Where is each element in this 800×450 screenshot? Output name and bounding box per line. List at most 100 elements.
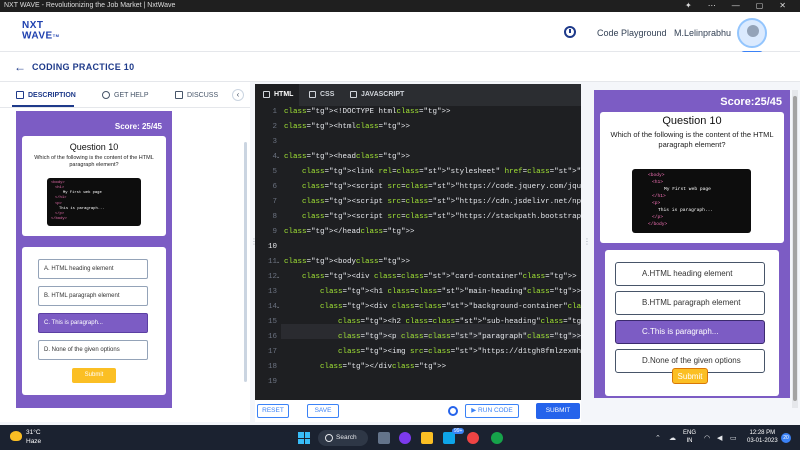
- settings-gear-icon[interactable]: [448, 406, 458, 416]
- option-d[interactable]: D. None of the given options: [38, 340, 148, 360]
- preview-submit-button[interactable]: Submit: [72, 368, 116, 383]
- line-number: 12: [267, 273, 277, 281]
- line-number: 4: [272, 153, 277, 161]
- code-line: This is paragraph...: [658, 208, 714, 213]
- left-split-handle[interactable]: ⋮: [250, 238, 258, 246]
- right-scrollbar[interactable]: [792, 90, 798, 408]
- chat-icon[interactable]: [399, 432, 411, 444]
- option-b-large[interactable]: B.HTML paragraph element: [615, 291, 765, 315]
- question-card: Question 10 Which of the following is th…: [22, 136, 166, 236]
- option-c[interactable]: C. This is paragraph...: [38, 313, 148, 333]
- task-view-icon[interactable]: [378, 432, 390, 444]
- tab-css[interactable]: CSS: [309, 91, 334, 98]
- weather-icon[interactable]: [10, 431, 22, 441]
- code-line[interactable]: class="tg"><div class=class="st">"card-c…: [284, 273, 577, 281]
- logo-tm: TM: [52, 33, 60, 38]
- maximize-icon[interactable]: ▢: [756, 0, 764, 12]
- tab-html[interactable]: HTML: [263, 91, 293, 98]
- line-number: 10: [267, 243, 277, 251]
- line-number: 6: [272, 183, 277, 191]
- code-line[interactable]: class="tg"><h1 class=class="st">"main-he…: [284, 288, 581, 296]
- chrome-icon[interactable]: [467, 432, 479, 444]
- fold-chevron-icon[interactable]: ⌄: [276, 154, 280, 160]
- fold-chevron-icon[interactable]: ⌄: [276, 274, 280, 280]
- extensions-icon[interactable]: ✦: [685, 0, 692, 12]
- option-a-large[interactable]: A.HTML heading element: [615, 262, 765, 286]
- code-line[interactable]: class="tg"><script src=class="st">"https…: [284, 183, 581, 191]
- output-preview: Score:25/45 Question 10 Which of the fol…: [594, 90, 790, 398]
- cloud-icon[interactable]: ☁: [669, 434, 676, 442]
- code-line[interactable]: class="tg"><script src=class="st">"https…: [284, 213, 581, 221]
- file-explorer-icon[interactable]: [421, 432, 433, 444]
- code-line[interactable]: class="tg"><p class=class="st">"paragrap…: [284, 333, 581, 341]
- nxtwave-logo[interactable]: NXT WAVETM: [22, 21, 60, 42]
- close-icon[interactable]: ✕: [779, 0, 786, 12]
- page-title: CODING PRACTICE 10: [32, 62, 135, 72]
- preview-submit-button-large[interactable]: Submit: [672, 368, 708, 384]
- code-line[interactable]: class="tg"><script src=class="st">"https…: [284, 198, 581, 206]
- user-name[interactable]: M.Lelinprabhu: [674, 28, 731, 38]
- notification-badge[interactable]: 20: [781, 433, 791, 443]
- back-arrow-icon[interactable]: ←: [14, 61, 26, 73]
- fold-chevron-icon[interactable]: ⌄: [276, 259, 280, 265]
- fold-chevron-icon[interactable]: ⌄: [276, 304, 280, 310]
- code-line[interactable]: class="tg"><bodyclass="tg">>: [284, 258, 410, 266]
- more-options-icon[interactable]: ⋯: [708, 0, 716, 12]
- avatar[interactable]: [737, 18, 767, 48]
- windows-start-icon[interactable]: [298, 432, 310, 444]
- app-header: NXT WAVETM Code Playground M.Lelinprabhu…: [0, 12, 800, 58]
- language-indicator[interactable]: ENG IN: [683, 429, 696, 445]
- chevron-up-icon[interactable]: ⌃: [655, 434, 661, 442]
- html-icon: [263, 91, 270, 98]
- code-editor[interactable]: HTML CSS JAVASCRIPT 1 2 3 4 5 6 7 8 9 10 11 12 13 14 1…: [255, 84, 581, 400]
- run-code-button[interactable]: ▶ RUN CODE: [465, 404, 519, 418]
- submit-button[interactable]: SUBMIT: [536, 403, 580, 419]
- minimize-icon[interactable]: —: [732, 0, 740, 12]
- battery-icon[interactable]: ▭: [730, 434, 737, 442]
- code-line[interactable]: class="tg"></divclass="tg">>: [284, 363, 446, 371]
- window-title-bar: NXT WAVE - Revolutionizing the Job Marke…: [0, 0, 800, 12]
- tab-description[interactable]: DESCRIPTION: [16, 91, 76, 99]
- logo-line-2: WAVE: [22, 30, 53, 42]
- option-c-large[interactable]: C.This is paragraph...: [615, 320, 765, 344]
- code-line[interactable]: class="tg"><img src=class="st">"https://…: [284, 348, 581, 356]
- line-number: 15: [267, 318, 277, 326]
- tab-javascript[interactable]: JAVASCRIPT: [350, 91, 404, 98]
- code-line[interactable]: class="tg"><htmlclass="tg">>: [284, 123, 410, 131]
- logo-line-1: NXT: [22, 20, 44, 31]
- timer-icon[interactable]: [564, 26, 576, 38]
- clock[interactable]: 12:28 PM 03-01-2023: [747, 429, 778, 445]
- active-app-icon[interactable]: [491, 432, 503, 444]
- reset-button[interactable]: RESET: [257, 404, 289, 418]
- code-line[interactable]: class="tg"><!DOCTYPE htmlclass="tg">>: [284, 108, 451, 116]
- option-b[interactable]: B. HTML paragraph element: [38, 286, 148, 306]
- tab-get-help[interactable]: GET HELP: [102, 91, 149, 99]
- line-number: 9: [272, 228, 277, 236]
- code-snippet-image: <body> <h1> My First web page </h1> <p> …: [47, 178, 141, 226]
- line-number: 3: [272, 138, 277, 146]
- line-number: 7: [272, 198, 277, 206]
- code-line[interactable]: class="tg"><link rel=class="st">"stylesh…: [284, 168, 581, 176]
- code-line: </p>: [652, 215, 664, 220]
- tab-discuss[interactable]: DISCUSS: [175, 91, 218, 99]
- taskbar-search[interactable]: Search: [318, 430, 368, 446]
- code-line: <body>: [51, 181, 65, 185]
- code-line[interactable]: class="tg"></headclass="tg">>: [284, 228, 415, 236]
- volume-icon[interactable]: ◀: [717, 434, 722, 442]
- code-line: <p>: [55, 202, 62, 206]
- code-line[interactable]: class="tg"><headclass="tg">>: [284, 153, 410, 161]
- save-button[interactable]: SAVE: [307, 404, 339, 418]
- active-tab-underline: [12, 105, 74, 107]
- collapse-panel-button[interactable]: ‹: [232, 89, 244, 101]
- right-split-handle[interactable]: ⋮: [583, 238, 591, 246]
- option-a[interactable]: A. HTML heading element: [38, 259, 148, 279]
- line-number: 11: [267, 258, 277, 266]
- left-scrollbar[interactable]: [244, 142, 247, 382]
- code-line[interactable]: class="tg"><div class=class="st">"backgr…: [284, 303, 581, 311]
- wifi-icon[interactable]: ◠: [704, 434, 710, 442]
- code-line[interactable]: class="tg"><h2 class=class="st">"sub-hea…: [284, 318, 581, 326]
- code-playground-link[interactable]: Code Playground: [597, 28, 667, 38]
- description-tabs: DESCRIPTION GET HELP DISCUSS ‹: [0, 82, 250, 108]
- code-line: </h1>: [652, 194, 666, 199]
- editor-action-bar: RESET SAVE ▶ RUN CODE SUBMIT: [255, 400, 581, 422]
